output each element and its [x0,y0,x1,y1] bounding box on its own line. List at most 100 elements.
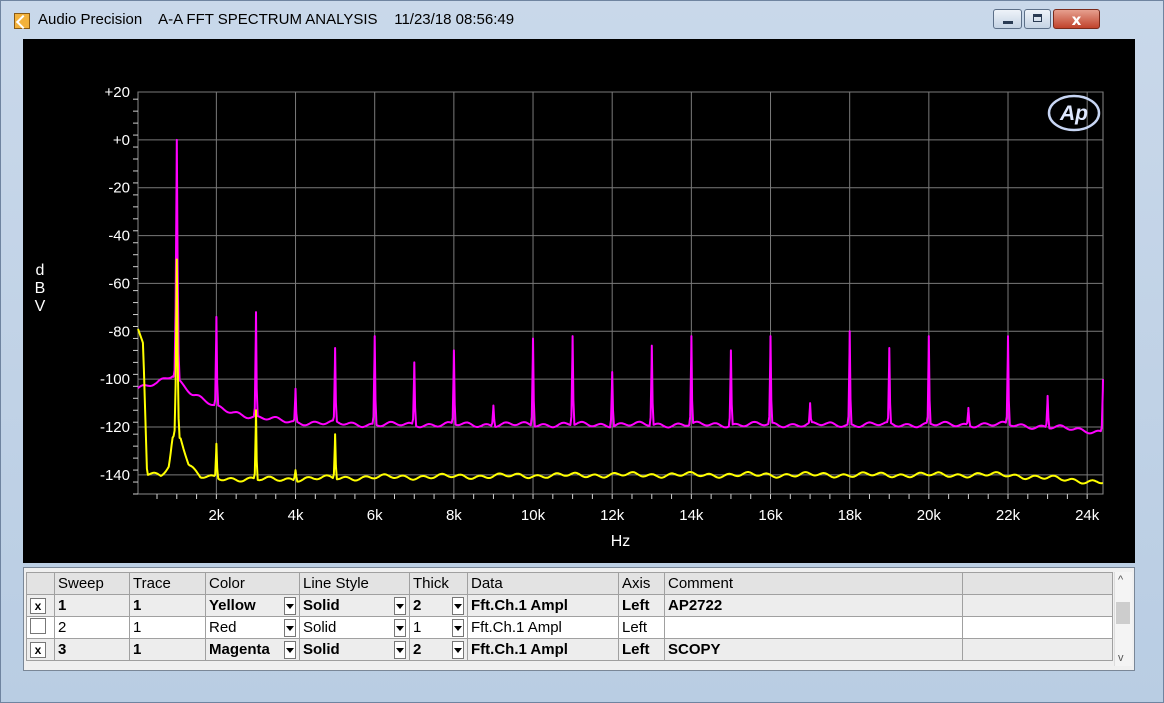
y-tick-label: +20 [105,84,130,101]
x-tick-label: 14k [679,507,704,524]
axis-cell[interactable]: Left [618,594,665,617]
thick-cell[interactable]: 2 [409,594,468,617]
header-line-style[interactable]: Line Style [299,572,410,595]
y-tick-label: +0 [113,132,130,149]
table-row[interactable]: 2 1 Red Solid 1 Fft.Ch.1 Ampl Left [26,616,1113,639]
color-cell[interactable]: Magenta [205,638,300,661]
trace-cell[interactable]: 1 [129,616,206,639]
comment-cell[interactable]: SCOPY [664,638,963,661]
scroll-down-icon[interactable]: v [1118,652,1124,664]
x-tick-label: 10k [521,507,546,524]
series-line-ap2722 [137,258,1103,485]
window-title: Audio Precision A-A FFT SPECTRUM ANALYSI… [38,11,515,28]
y-tick-label: -140 [100,467,130,484]
axis-cell[interactable]: Left [618,638,665,661]
sweep-cell[interactable]: 2 [54,616,130,639]
header-color[interactable]: Color [205,572,300,595]
line-style-value: Solid [303,641,340,658]
dropdown-arrow-icon[interactable] [394,640,406,659]
line-style-cell[interactable]: Solid [299,616,410,639]
axis-cell[interactable]: Left [618,616,665,639]
color-value: Magenta [209,641,270,658]
y-axis-label-char: V [35,298,46,315]
row-checkbox[interactable] [26,616,55,639]
dropdown-arrow-icon[interactable] [452,618,464,637]
data-cell[interactable]: Fft.Ch.1 Ampl [467,638,619,661]
x-tick-label: 12k [600,507,625,524]
blank-cell [962,638,1113,661]
x-tick-label: 8k [446,507,462,524]
x-tick-label: 24k [1075,507,1100,524]
dropdown-arrow-icon[interactable] [284,618,296,637]
thick-value: 1 [413,619,422,636]
dropdown-arrow-icon[interactable] [284,596,296,615]
dropdown-arrow-icon[interactable] [394,618,406,637]
data-cell[interactable]: Fft.Ch.1 Ampl [467,616,619,639]
checkbox[interactable] [30,617,46,634]
comment-cell[interactable]: AP2722 [664,594,963,617]
checkbox[interactable]: x [30,598,46,614]
trace-cell[interactable]: 1 [129,638,206,661]
y-tick-label: -100 [100,371,130,388]
header-trace[interactable]: Trace [129,572,206,595]
plot-frame [137,91,1104,495]
line-style-value: Solid [303,619,337,636]
trace-table: Sweep Trace Color Line Style Thick Data … [26,572,1113,661]
table-scrollbar[interactable]: ^ v [1114,572,1132,666]
audio-precision-app-icon[interactable] [14,13,30,29]
header-sweep[interactable]: Sweep [54,572,130,595]
x-tick-label: 6k [367,507,383,524]
y-axis-label-char: B [35,280,46,297]
header-axis[interactable]: Axis [618,572,665,595]
close-icon: x [1071,11,1082,29]
series-line-scopy [137,138,1104,435]
thick-cell[interactable]: 2 [409,638,468,661]
dropdown-arrow-icon[interactable] [394,596,406,615]
data-cell[interactable]: Fft.Ch.1 Ampl [467,594,619,617]
thick-value: 2 [413,597,422,614]
table-row[interactable]: x 3 1 Magenta Solid 2 Fft.Ch.1 Ampl Left… [26,638,1113,661]
y-tick-label: -60 [108,275,130,292]
dropdown-arrow-icon[interactable] [452,640,464,659]
line-style-cell[interactable]: Solid [299,594,410,617]
y-tick-label: -80 [108,323,130,340]
scrollbar-thumb[interactable] [1116,602,1130,624]
checkbox[interactable]: x [30,642,46,658]
thick-cell[interactable]: 1 [409,616,468,639]
sweep-cell[interactable]: 3 [54,638,130,661]
table-row[interactable]: x 1 1 Yellow Solid 2 Fft.Ch.1 Ampl Left … [26,594,1113,617]
line-style-cell[interactable]: Solid [299,638,410,661]
close-button[interactable]: x [1053,9,1100,29]
header-thick[interactable]: Thick [409,572,468,595]
app-window: Audio Precision A-A FFT SPECTRUM ANALYSI… [0,0,1164,703]
x-tick-label: 20k [917,507,942,524]
comment-cell[interactable] [664,616,963,639]
x-tick-label: 16k [758,507,783,524]
color-value: Red [209,619,237,636]
header-blank [962,572,1113,595]
minimize-button[interactable] [993,9,1022,29]
color-cell[interactable]: Red [205,616,300,639]
color-cell[interactable]: Yellow [205,594,300,617]
row-checkbox[interactable]: x [26,638,55,661]
trace-cell[interactable]: 1 [129,594,206,617]
row-checkbox[interactable]: x [26,594,55,617]
x-tick-label: 2k [208,507,224,524]
thick-value: 2 [413,641,422,658]
maximize-button[interactable] [1024,9,1051,29]
color-value: Yellow [209,597,256,614]
table-header-row: Sweep Trace Color Line Style Thick Data … [26,572,1113,595]
ap-logo-text: Ap [1059,102,1088,125]
y-axis-label-char: d [36,262,45,279]
header-comment[interactable]: Comment [664,572,963,595]
dropdown-arrow-icon[interactable] [452,596,464,615]
chart-canvas: 2k 4k 6k 8k 10k 12k 14k 16k 18k 20k 22k 24k +20 +0 -20… [35,84,1104,550]
header-data[interactable]: Data [467,572,619,595]
sweep-cell[interactable]: 1 [54,594,130,617]
x-axis-label: Hz [611,533,631,550]
line-style-value: Solid [303,597,340,614]
dropdown-arrow-icon[interactable] [284,640,296,659]
trace-settings-panel: Sweep Trace Color Line Style Thick Data … [23,567,1135,671]
title-bar[interactable]: Audio Precision A-A FFT SPECTRUM ANALYSI… [1,1,1163,39]
scroll-up-icon[interactable]: ^ [1118,574,1123,586]
